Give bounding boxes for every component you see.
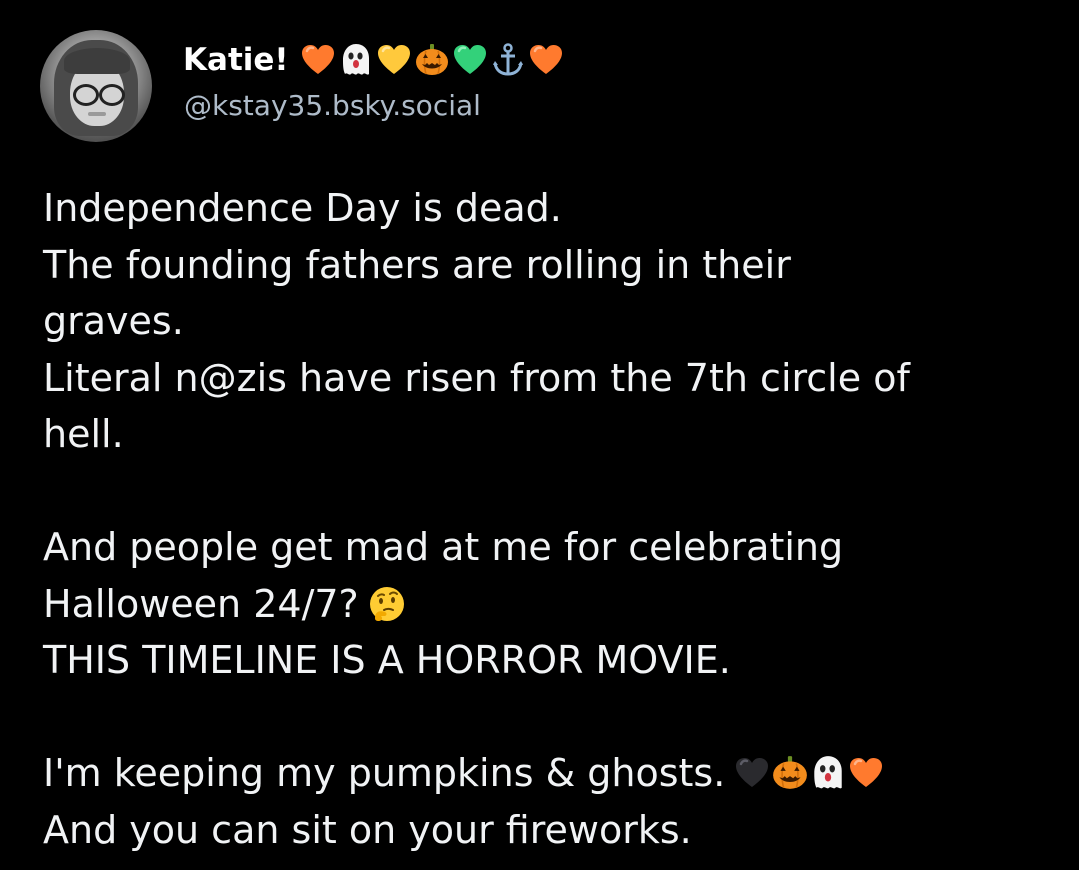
avatar-mouth	[88, 112, 106, 116]
post-spacer	[43, 689, 1063, 746]
green-heart-icon	[451, 41, 489, 79]
jack-o-lantern-icon	[413, 41, 451, 79]
post-line-halloween: Halloween 24/7?	[43, 576, 1063, 633]
avatar[interactable]	[40, 30, 152, 142]
avatar-glasses-left	[73, 84, 99, 106]
black-heart-icon	[733, 754, 771, 792]
thinking-face-icon	[367, 584, 407, 624]
name-emoji-row	[299, 41, 565, 79]
author-handle[interactable]: @kstay35.bsky.social	[184, 86, 481, 126]
post-line-text: Halloween 24/7?	[43, 581, 359, 626]
post: Katie! @kstay35.bsky.social Independence…	[0, 0, 1079, 870]
post-spacer	[43, 463, 1063, 520]
ghost-icon	[809, 754, 847, 792]
post-line: And people get mad at me for celebrating	[43, 525, 844, 569]
display-name-text: Katie!	[183, 42, 289, 78]
post-line-text: I'm keeping my pumpkins & ghosts.	[43, 751, 726, 795]
anchor-icon	[489, 41, 527, 79]
orange-heart-icon	[847, 754, 885, 792]
avatar-bangs	[64, 48, 130, 74]
post-line: The founding fathers are rolling in thei…	[43, 242, 791, 287]
post-line-pumpkins: I'm keeping my pumpkins & ghosts.	[43, 745, 1063, 802]
post-line: Literal n@zis have risen from the 7th ci…	[43, 355, 910, 400]
post-line: Independence Day is dead.	[43, 186, 562, 230]
avatar-glasses-right	[99, 84, 125, 106]
post-line: THIS TIMELINE IS A HORROR MOVIE.	[43, 638, 731, 682]
trailing-emoji-row	[733, 754, 885, 792]
jack-o-lantern-icon	[771, 754, 809, 792]
post-line: graves.	[43, 299, 184, 343]
ghost-icon	[337, 41, 375, 79]
orange-heart-icon	[299, 41, 337, 79]
post-line: And you can sit on your fireworks.	[43, 807, 692, 852]
post-body: Independence Day is dead. The founding f…	[43, 180, 1063, 858]
post-line: hell.	[43, 412, 124, 456]
orange-heart-icon	[527, 41, 565, 79]
yellow-heart-icon	[375, 41, 413, 79]
author-name[interactable]: Katie!	[183, 40, 565, 80]
